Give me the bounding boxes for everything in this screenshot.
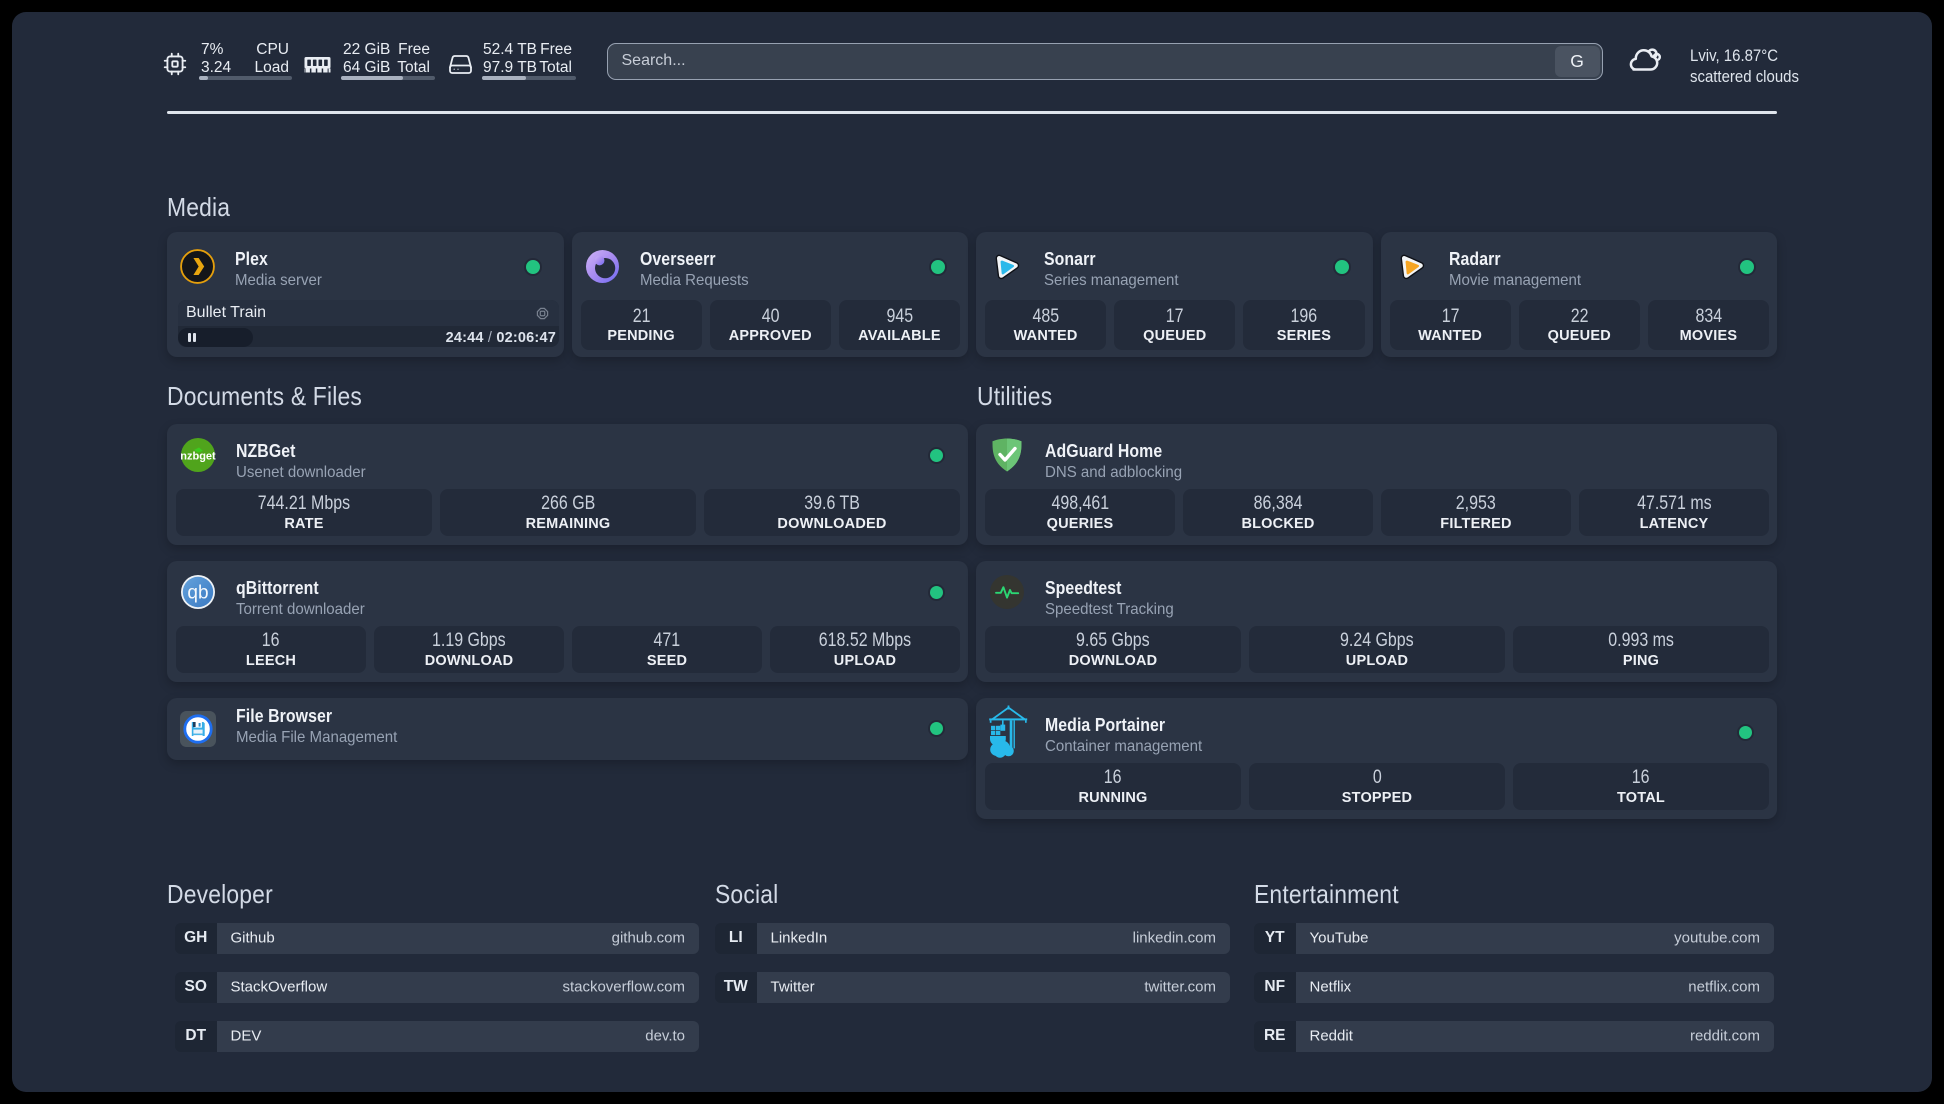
svg-text:nzbget: nzbget: [180, 451, 216, 463]
svg-text:qb: qb: [187, 583, 208, 604]
